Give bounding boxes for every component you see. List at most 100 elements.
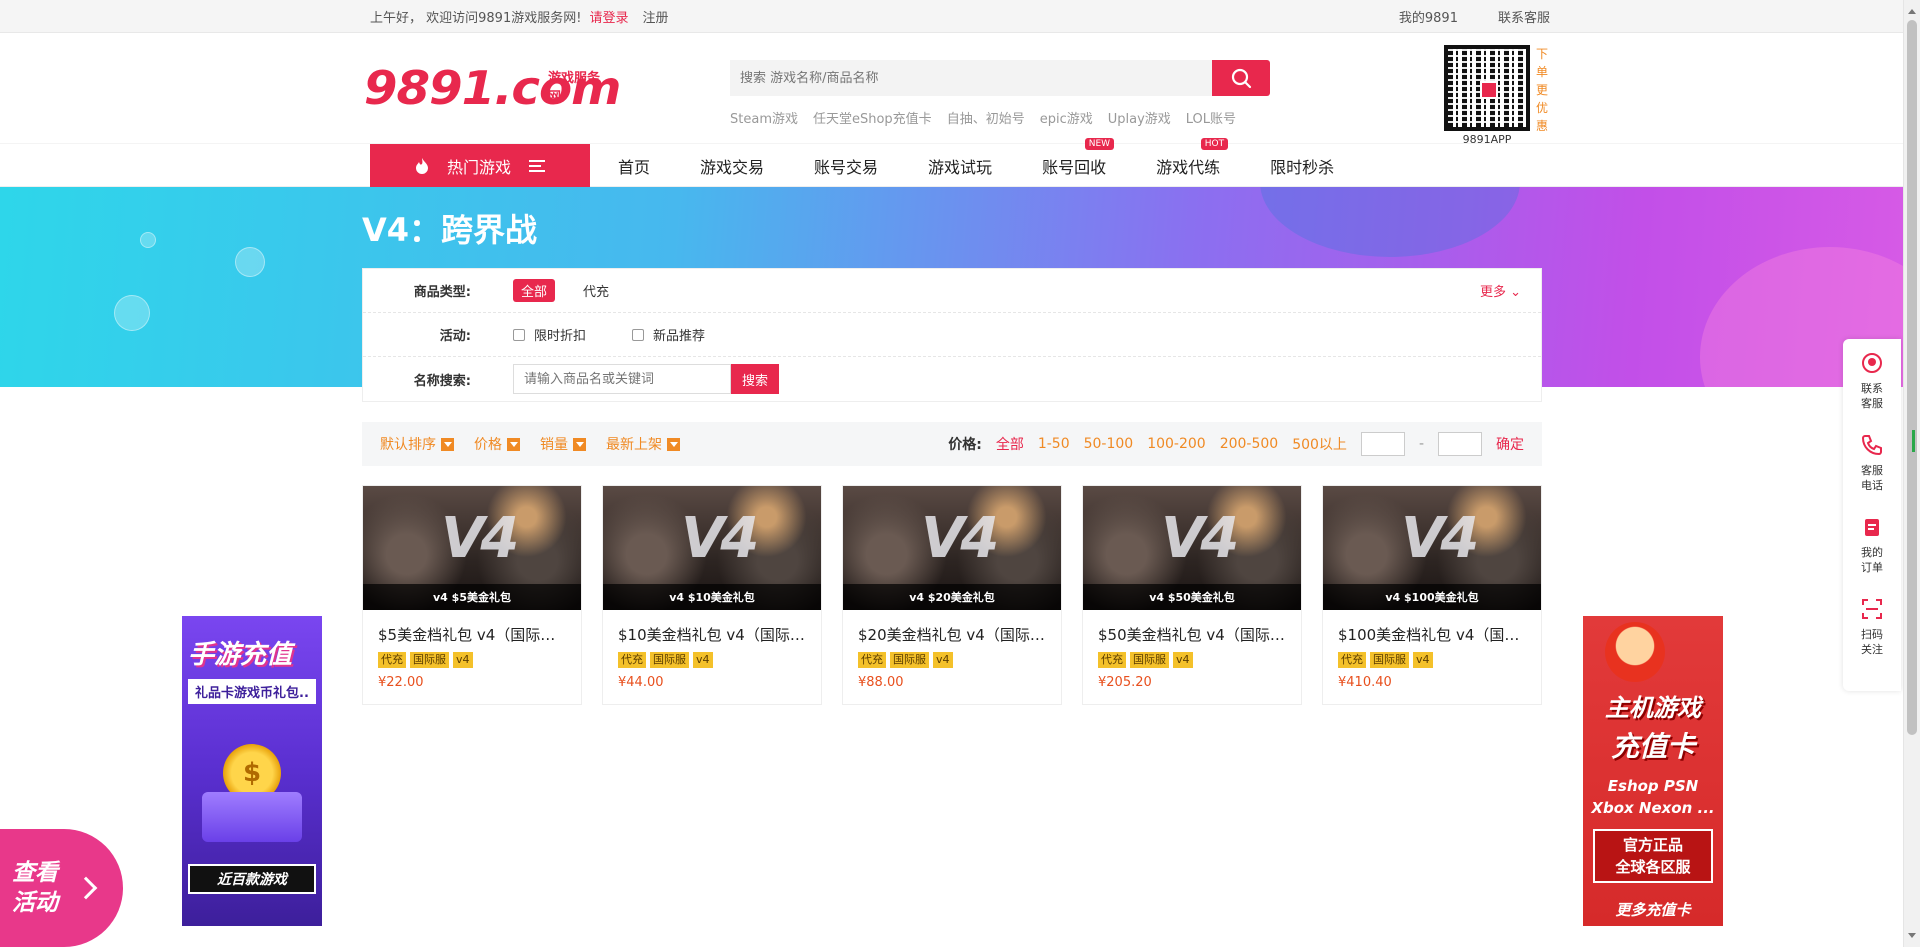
side-float-panel: 联系客服 客服电话 我的订单 扫码关注 <box>1843 339 1901 691</box>
product-card[interactable]: V4 v4 $20美金礼包 $20美金档礼包 v4（国际服） 代充 国际服 v4 ¥8… <box>842 485 1062 705</box>
header: 9891.com 游戏服务网 Steam游戏 任天堂eShop充值卡 自抽、初始… <box>0 33 1920 146</box>
sort-arrow-icon <box>667 437 680 451</box>
price-range-option[interactable]: 500以上 <box>1292 434 1347 454</box>
sort-bar: 默认排序 价格 销量 最新上架 价格: 全部 1-50 50-100 100-2… <box>362 422 1542 466</box>
view-activity-button[interactable]: 查看 活动 <box>0 829 123 947</box>
nav-home[interactable]: 首页 <box>618 154 650 178</box>
product-image: V4 v4 $100美金礼包 <box>1323 486 1541 610</box>
discount-checkbox[interactable]: 限时折扣 <box>513 325 586 344</box>
product-title[interactable]: $10美金档礼包 v4（国际服） <box>618 624 809 645</box>
sort-default[interactable]: 默认排序 <box>380 434 454 454</box>
chevron-right-icon <box>74 876 98 900</box>
price-range-option[interactable]: 200-500 <box>1220 436 1279 452</box>
product-card[interactable]: V4 v4 $100美金礼包 $100美金档礼包 v4（国际服） 代充 国际服 v4 … <box>1322 485 1542 705</box>
product-price: ¥44.00 <box>618 675 664 690</box>
sort-arrow-icon <box>573 437 586 451</box>
hot-games-menu[interactable]: 热门游戏 <box>370 144 590 188</box>
hotword-link[interactable]: 任天堂eShop充值卡 <box>813 108 932 127</box>
scrollbar-thumb[interactable] <box>1907 20 1917 735</box>
product-search-button[interactable]: 搜索 <box>731 364 779 394</box>
sort-arrow-icon <box>441 437 454 451</box>
service-phone-button[interactable]: 客服电话 <box>1859 433 1885 493</box>
search-input[interactable] <box>730 60 1212 96</box>
app-qr-code <box>1444 45 1530 131</box>
product-tag: 国际服 <box>650 652 689 668</box>
product-title[interactable]: $100美金档礼包 v4（国际服） <box>1338 624 1529 645</box>
scan-follow-button[interactable]: 扫码关注 <box>1859 597 1885 657</box>
product-card[interactable]: V4 v4 $50美金礼包 $50美金档礼包 v4（国际服） 代充 国际服 v4 ¥2… <box>1082 485 1302 705</box>
top-bar: 上午好， 欢迎访问9891游戏服务网! 请登录 注册 我的9891 联系客服 <box>0 0 1920 33</box>
name-search-row: 名称搜索: 搜索 <box>363 357 1541 401</box>
product-tag: v4 <box>693 652 713 668</box>
new-badge: NEW <box>1084 138 1115 150</box>
search-button[interactable] <box>1212 60 1270 96</box>
scroll-marker <box>1912 430 1915 452</box>
nav-flash-sale[interactable]: 限时秒杀 <box>1270 154 1334 178</box>
min-price-input[interactable] <box>1360 432 1405 456</box>
price-range-option[interactable]: 50-100 <box>1084 436 1134 452</box>
hotword-link[interactable]: 自抽、初始号 <box>947 108 1025 127</box>
login-link[interactable]: 请登录 <box>589 7 628 26</box>
sort-newest[interactable]: 最新上架 <box>606 434 680 454</box>
sort-sales[interactable]: 销量 <box>540 434 586 454</box>
bubble-decoration <box>140 232 156 248</box>
app-download: 9891APP 下单更优惠 <box>1444 45 1550 146</box>
my-account-link[interactable]: 我的9891 <box>1399 7 1458 26</box>
hotword-link[interactable]: Uplay游戏 <box>1108 108 1171 127</box>
new-product-checkbox[interactable]: 新品推荐 <box>632 325 705 344</box>
page-title: V4：跨界战 <box>362 211 538 249</box>
product-tag: 代充 <box>858 652 886 668</box>
hotword-link[interactable]: epic游戏 <box>1040 108 1093 127</box>
product-tag: 代充 <box>1098 652 1126 668</box>
nav-account-trade[interactable]: 账号交易 <box>814 154 878 178</box>
mobile-recharge-ad[interactable]: 手游充值 礼品卡游戏币礼包.. $ 近百款游戏 <box>182 616 322 926</box>
product-tag: 国际服 <box>890 652 929 668</box>
product-image: V4 v4 $5美金礼包 <box>363 486 581 610</box>
page-scrollbar[interactable] <box>1903 0 1920 947</box>
product-title[interactable]: $20美金档礼包 v4（国际服） <box>858 624 1049 645</box>
price-range-option[interactable]: 1-50 <box>1038 436 1070 452</box>
price-range-option[interactable]: 100-200 <box>1147 436 1206 452</box>
product-tag: 代充 <box>1338 652 1366 668</box>
sort-price[interactable]: 价格 <box>474 434 520 454</box>
nav-game-trial[interactable]: 游戏试玩 <box>928 154 992 178</box>
flame-icon <box>415 158 428 174</box>
product-title[interactable]: $50美金档礼包 v4（国际服） <box>1098 624 1289 645</box>
type-option-recharge[interactable]: 代充 <box>575 279 617 302</box>
product-name-input[interactable] <box>513 364 731 394</box>
hotword-link[interactable]: LOL账号 <box>1186 108 1236 127</box>
product-tag: 国际服 <box>410 652 449 668</box>
scroll-down-icon[interactable] <box>1908 933 1916 942</box>
mario-icon <box>1605 622 1665 682</box>
greeting-text: 上午好， 欢迎访问9891游戏服务网! <box>370 11 582 26</box>
price-range-option[interactable]: 全部 <box>996 434 1024 454</box>
max-price-input[interactable] <box>1438 432 1482 456</box>
product-title[interactable]: $5美金档礼包 v4（国际服） <box>378 624 569 645</box>
checkbox-icon <box>632 328 645 341</box>
nav-account-recycle[interactable]: 账号回收 NEW <box>1042 138 1115 178</box>
app-promo-text: 下单更优惠 <box>1536 47 1549 133</box>
bubble-decoration <box>114 295 150 331</box>
more-filters-button[interactable]: 更多 ⌄ <box>1480 281 1521 300</box>
product-card[interactable]: V4 v4 $10美金礼包 $10美金档礼包 v4（国际服） 代充 国际服 v4 ¥4… <box>602 485 822 705</box>
banner-decoration <box>1260 187 1520 257</box>
site-logo[interactable]: 9891.com 游戏服务网 <box>364 65 622 121</box>
price-confirm-button[interactable]: 确定 <box>1496 434 1524 454</box>
product-tag: v4 <box>1413 652 1433 668</box>
contact-service-link[interactable]: 联系客服 <box>1498 7 1550 26</box>
product-tag: v4 <box>933 652 953 668</box>
search-icon <box>1231 68 1252 89</box>
hotword-link[interactable]: Steam游戏 <box>730 108 798 127</box>
product-price: ¥22.00 <box>378 675 424 690</box>
contact-service-button[interactable]: 联系客服 <box>1859 351 1885 411</box>
sort-arrow-icon <box>507 437 520 451</box>
nav-game-trade[interactable]: 游戏交易 <box>700 154 764 178</box>
type-option-all[interactable]: 全部 <box>513 279 556 302</box>
nav-game-boosting[interactable]: 游戏代练 HOT <box>1156 138 1229 178</box>
product-list: V4 v4 $5美金礼包 $5美金档礼包 v4（国际服） 代充 国际服 v4 ¥22.… <box>362 485 1542 705</box>
console-card-ad[interactable]: 主机游戏 充值卡 Eshop PSN Xbox Nexon ... 官方正品 全球各… <box>1583 616 1723 926</box>
my-orders-button[interactable]: 我的订单 <box>1859 515 1885 575</box>
register-link[interactable]: 注册 <box>642 7 668 26</box>
product-card[interactable]: V4 v4 $5美金礼包 $5美金档礼包 v4（国际服） 代充 国际服 v4 ¥22.… <box>362 485 582 705</box>
scroll-up-icon[interactable] <box>1908 5 1916 14</box>
